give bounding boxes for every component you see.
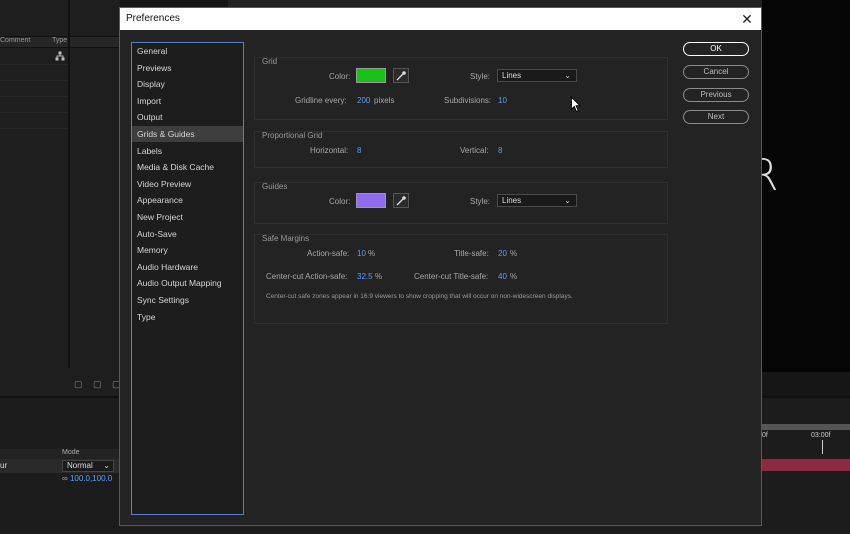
category-list: General Previews Display Import Output G… [131,42,244,515]
project-row [0,96,68,97]
layer-name[interactable]: ur [0,461,7,470]
ok-button[interactable]: OK [683,42,749,56]
safe-margins-section: Safe Margins Action-safe: 10 % Title-saf… [254,234,668,324]
chevron-down-icon: ⌄ [103,461,110,470]
guides-section: Guides Color: Style: Lines ⌄ [254,182,668,224]
title-safe-value[interactable]: 20 [498,249,507,258]
category-general[interactable]: General [132,43,243,59]
grid-section-title: Grid [262,57,278,66]
category-previews[interactable]: Previews [132,60,243,76]
panel-divider[interactable] [68,0,70,368]
preferences-dialog: Preferences ✕ General Previews Display I… [119,7,762,526]
ruler-tick-mark [822,440,823,454]
time-ruler[interactable] [762,424,850,430]
action-safe-label: Action-safe: [307,249,350,258]
proportional-grid-section: Proportional Grid Horizontal: 8 Vertical… [254,131,668,168]
category-video-preview[interactable]: Video Preview [132,176,243,192]
horizontal-label: Horizontal: [310,146,349,155]
center-cut-action-safe-value[interactable]: 32.5 [357,272,373,281]
type-column-label[interactable]: Type [52,37,67,44]
mode-column-label[interactable]: Mode [62,449,80,456]
gridline-every-value[interactable]: 200 [357,96,370,105]
close-icon[interactable]: ✕ [739,10,755,28]
center-cut-action-safe-label: Center-cut Action-safe: [266,272,348,281]
category-memory[interactable]: Memory [132,242,243,258]
horizontal-value[interactable]: 8 [357,146,361,155]
category-media-disk-cache[interactable]: Media & Disk Cache [132,159,243,175]
scale-value[interactable]: ∞ 100.0,100.0 [62,474,112,483]
grid-color-swatch[interactable] [356,68,386,83]
action-safe-percent: % [368,249,376,258]
guides-eyedropper-button[interactable] [393,193,409,208]
mouse-cursor-icon [571,97,581,113]
timeline-column-header [0,449,120,459]
dialog-titlebar[interactable]: Preferences ✕ [120,8,761,30]
link-icon: ∞ [62,474,68,483]
grid-style-select[interactable]: Lines ⌄ [497,69,577,82]
previous-button[interactable]: Previous [683,88,749,102]
panel-footer-icons[interactable]: ▢ ▢ ▢ [74,379,125,390]
category-type[interactable]: Type [132,309,243,325]
chevron-down-icon: ⌄ [564,196,571,205]
action-safe-value[interactable]: 10 [357,249,366,258]
safe-margins-title: Safe Margins [262,234,310,243]
comment-column-label[interactable]: Comment [0,37,30,44]
center-cut-action-safe-percent: % [375,272,383,281]
center-cut-title-safe-value[interactable]: 40 [498,272,507,281]
category-sync-settings[interactable]: Sync Settings [132,292,243,308]
guides-style-value: Lines [502,196,522,205]
category-labels[interactable]: Labels [132,143,243,159]
eyedropper-icon [396,196,406,206]
title-safe-percent: % [510,249,518,258]
project-row [0,80,68,81]
next-button[interactable]: Next [683,110,749,124]
scale-value-text: 100.0,100.0 [69,474,113,483]
cancel-button[interactable]: Cancel [683,65,749,79]
guides-section-title: Guides [262,182,288,191]
blend-mode-value: Normal [67,461,93,470]
category-grids-guides[interactable]: Grids & Guides [132,126,243,142]
guides-style-select[interactable]: Lines ⌄ [497,194,577,207]
center-cut-title-safe-label: Center-cut Title-safe: [414,272,489,281]
subdivisions-label: Subdivisions: [444,96,492,105]
gridline-unit: pixels [374,96,395,105]
chevron-down-icon: ⌄ [564,71,571,80]
eyedropper-icon [396,71,406,81]
grid-style-value: Lines [502,71,522,80]
gridline-every-label: Gridline every: [295,96,347,105]
blend-mode-select[interactable]: Normal ⌄ [62,460,114,472]
dialog-title: Preferences [126,13,180,24]
grid-section: Grid Color: Style: Lines ⌄ Gridline ever… [254,57,668,120]
layer-duration-bar[interactable] [762,459,850,471]
vertical-label: Vertical: [460,146,489,155]
project-row [0,128,68,129]
grid-style-label: Style: [470,72,491,81]
category-auto-save[interactable]: Auto-Save [132,226,243,242]
project-row [0,64,68,65]
network-icon [55,51,65,63]
guides-style-label: Style: [470,197,491,206]
category-audio-hardware[interactable]: Audio Hardware [132,259,243,275]
project-row [0,112,68,113]
proportional-grid-title: Proportional Grid [262,131,323,140]
screen: Comment Type ▢ ▢ ▢ R Mode ur Normal ⌄ ∞ … [0,0,850,534]
guides-color-swatch[interactable] [356,193,386,208]
vertical-value[interactable]: 8 [498,146,502,155]
category-new-project[interactable]: New Project [132,209,243,225]
guides-color-label: Color: [329,197,351,206]
center-cut-note: Center-cut safe zones appear in 16:9 vie… [266,293,573,300]
subdivisions-value[interactable]: 10 [498,96,507,105]
ruler-tick-start: 0f [762,432,768,439]
grid-eyedropper-button[interactable] [393,68,409,83]
category-display[interactable]: Display [132,76,243,92]
category-import[interactable]: Import [132,93,243,109]
grid-color-label: Color: [329,72,351,81]
ruler-tick-3s: 03:00f [811,432,831,439]
category-appearance[interactable]: Appearance [132,192,243,208]
title-safe-label: Title-safe: [454,249,489,258]
category-output[interactable]: Output [132,109,243,125]
center-cut-title-safe-percent: % [510,272,518,281]
category-audio-output-mapping[interactable]: Audio Output Mapping [132,275,243,291]
